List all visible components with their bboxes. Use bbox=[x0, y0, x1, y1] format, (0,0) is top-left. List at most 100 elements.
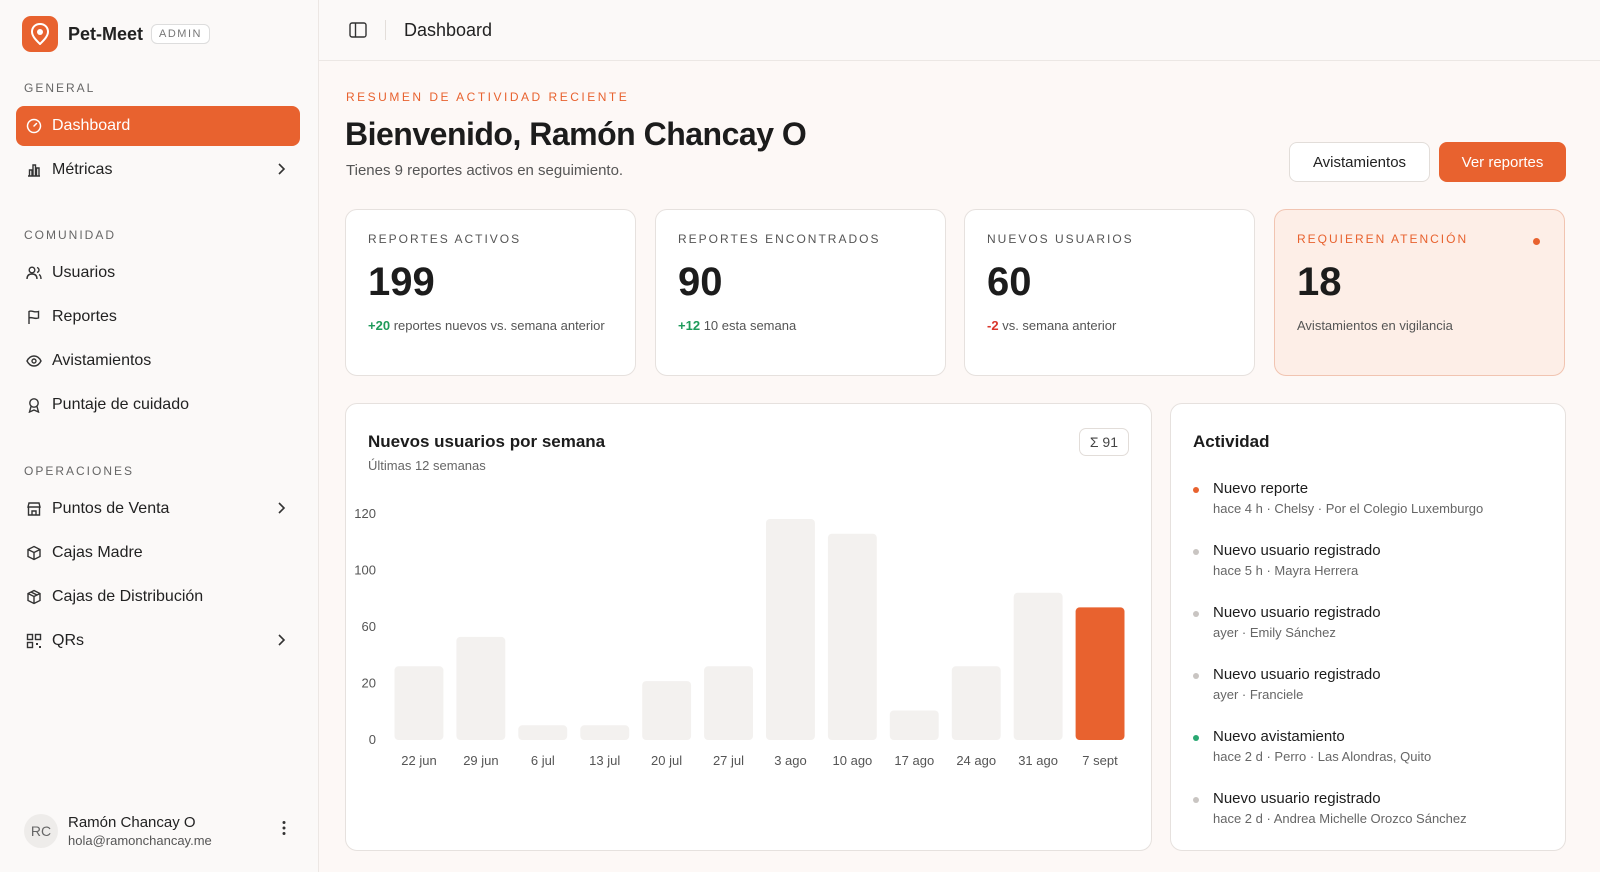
activity-dot-icon bbox=[1193, 797, 1199, 803]
activity-item-title: Nuevo usuario registrado bbox=[1213, 604, 1381, 621]
sidebar-item-reportes[interactable]: Reportes bbox=[16, 297, 300, 337]
bar-7-sept[interactable] bbox=[1075, 607, 1125, 740]
bar-29-jun[interactable] bbox=[456, 636, 506, 740]
section-label-comunidad: COMUNIDAD bbox=[24, 228, 116, 242]
activity-item-meta: ayer · Emily Sánchez bbox=[1213, 625, 1336, 640]
brand[interactable]: Pet-Meet ADMIN bbox=[22, 16, 210, 52]
topbar-divider bbox=[385, 20, 386, 40]
activity-item[interactable]: Nuevo avistamiento hace 2 d · Perro · La… bbox=[1193, 728, 1553, 764]
x-tick-label: 3 ago bbox=[774, 753, 807, 768]
bar-13-jul[interactable] bbox=[580, 725, 630, 740]
avistamientos-button[interactable]: Avistamientos bbox=[1289, 142, 1430, 182]
bar-10-ago[interactable] bbox=[827, 533, 877, 740]
activity-item[interactable]: Nuevo usuario registrado hace 5 h · Mayr… bbox=[1193, 542, 1553, 578]
bar-27-jul[interactable] bbox=[704, 666, 753, 740]
box-icon bbox=[25, 544, 43, 562]
stat-delta: -2 bbox=[987, 318, 999, 333]
activity-title: Actividad bbox=[1193, 432, 1270, 451]
bar-6-jul[interactable] bbox=[518, 725, 568, 740]
stat-note-text: 10 esta semana bbox=[703, 318, 797, 333]
bar-31-ago[interactable] bbox=[1013, 592, 1063, 740]
y-tick-label: 120 bbox=[354, 506, 376, 521]
brand-name: Pet-Meet bbox=[68, 23, 144, 44]
sidebar-item-cajas-distribucion[interactable]: Cajas de Distribución bbox=[16, 577, 300, 617]
sidebar-toggle-icon[interactable] bbox=[347, 19, 369, 41]
stat-card-nuevos-usuarios[interactable]: NUEVOS USUARIOS 60 -2 vs. semana anterio… bbox=[964, 209, 1255, 376]
sidebar-item-metricas[interactable]: Métricas bbox=[16, 150, 300, 190]
bar-20-jul[interactable] bbox=[642, 681, 692, 740]
stat-label: REPORTES ACTIVOS bbox=[368, 232, 522, 246]
stat-note: +20 reportes nuevos vs. semana anterior bbox=[368, 317, 613, 334]
activity-item-meta: hace 2 d · Andrea Michelle Orozco Sánche… bbox=[1213, 811, 1467, 826]
x-tick-label: 10 ago bbox=[833, 753, 873, 768]
sidebar-item-label: Avistamientos bbox=[52, 352, 152, 369]
chevron-right-icon bbox=[276, 501, 286, 520]
activity-item-title: Nuevo usuario registrado bbox=[1213, 790, 1381, 807]
x-tick-label: 17 ago bbox=[894, 753, 934, 768]
stat-value: 60 bbox=[987, 260, 1032, 304]
eye-icon bbox=[25, 352, 43, 370]
stat-delta: +12 bbox=[678, 318, 701, 333]
main-content: Dashboard RESUMEN DE ACTIVIDAD RECIENTE … bbox=[318, 0, 1600, 872]
user-info: Ramón Chancay O hola@ramonchancay.me bbox=[68, 814, 212, 848]
award-icon bbox=[25, 396, 43, 414]
sidebar-item-label: Usuarios bbox=[52, 264, 116, 281]
activity-item[interactable]: Nuevo usuario registrado hace 2 d · Andr… bbox=[1193, 790, 1553, 826]
header-subtitle: Tienes 9 reportes activos en seguimiento… bbox=[346, 162, 624, 179]
activity-item[interactable]: Nuevo reporte hace 4 h · Chelsy · Por el… bbox=[1193, 480, 1553, 516]
bar-17-ago[interactable] bbox=[889, 710, 939, 741]
stat-card-reportes-activos[interactable]: REPORTES ACTIVOS 199 +20 reportes nuevos… bbox=[345, 209, 636, 376]
sidebar-item-puntaje[interactable]: Puntaje de cuidado bbox=[16, 385, 300, 425]
activity-item[interactable]: Nuevo usuario registrado ayer · Franciel… bbox=[1193, 666, 1553, 702]
sidebar-item-avistamientos[interactable]: Avistamientos bbox=[16, 341, 300, 381]
stat-note: -2 vs. semana anterior bbox=[987, 317, 1232, 334]
stat-card-requieren-atencion[interactable]: REQUIEREN ATENCIÓN 18 Avistamientos en v… bbox=[1274, 209, 1565, 376]
x-tick-label: 29 jun bbox=[463, 753, 498, 768]
sum-badge: Σ 91 bbox=[1078, 428, 1129, 456]
stat-note-text: Avistamientos en vigilancia bbox=[1297, 318, 1453, 333]
x-tick-label: 6 jul bbox=[531, 753, 555, 768]
flag-icon bbox=[25, 308, 43, 326]
activity-item-meta: hace 4 h · Chelsy · Por el Colegio Luxem… bbox=[1213, 501, 1484, 516]
stat-label: REPORTES ENCONTRADOS bbox=[678, 232, 881, 246]
sidebar-item-qrs[interactable]: QRs bbox=[16, 621, 300, 661]
user-email: hola@ramonchancay.me bbox=[68, 833, 212, 848]
sidebar-item-cajas-madre[interactable]: Cajas Madre bbox=[16, 533, 300, 573]
bar-24-ago[interactable] bbox=[951, 666, 1001, 740]
activity-item-meta: hace 2 d · Perro · Las Alondras, Quito bbox=[1213, 749, 1432, 764]
ver-reportes-button[interactable]: Ver reportes bbox=[1439, 142, 1566, 182]
sidebar-item-puntos-de-venta[interactable]: Puntos de Venta bbox=[16, 489, 300, 529]
sidebar-item-label: Cajas Madre bbox=[52, 544, 143, 561]
user-profile[interactable]: RC Ramón Chancay O hola@ramonchancay.me bbox=[24, 814, 300, 848]
stat-note-text: reportes nuevos vs. semana anterior bbox=[393, 318, 605, 333]
activity-item-title: Nuevo avistamiento bbox=[1213, 728, 1345, 745]
sidebar-item-label: Métricas bbox=[52, 161, 113, 178]
users-icon bbox=[25, 264, 43, 282]
stat-value: 199 bbox=[368, 260, 435, 304]
stat-value: 90 bbox=[678, 260, 723, 304]
sidebar-item-dashboard[interactable]: Dashboard bbox=[16, 106, 300, 146]
bar-22-jun[interactable] bbox=[394, 666, 444, 740]
activity-item-title: Nuevo reporte bbox=[1213, 480, 1309, 497]
user-name: Ramón Chancay O bbox=[68, 814, 196, 831]
stat-card-reportes-encontrados[interactable]: REPORTES ENCONTRADOS 90 +12 10 esta sema… bbox=[655, 209, 946, 376]
activity-dot-icon bbox=[1193, 673, 1199, 679]
more-options-icon[interactable] bbox=[282, 820, 286, 841]
activity-item-title: Nuevo usuario registrado bbox=[1213, 666, 1381, 683]
activity-dot-icon bbox=[1193, 487, 1199, 493]
sidebar-item-label: Puntos de Venta bbox=[52, 500, 170, 517]
sidebar-item-label: QRs bbox=[52, 632, 84, 649]
y-tick-label: 20 bbox=[362, 676, 376, 691]
y-tick-label: 60 bbox=[362, 619, 376, 634]
bar-3-ago[interactable] bbox=[766, 519, 815, 740]
gauge-icon bbox=[25, 117, 43, 135]
sidebar-item-usuarios[interactable]: Usuarios bbox=[16, 253, 300, 293]
activity-item[interactable]: Nuevo usuario registrado ayer · Emily Sá… bbox=[1193, 604, 1553, 640]
welcome-heading: Bienvenido, Ramón Chancay O bbox=[345, 116, 807, 152]
x-tick-label: 27 jul bbox=[713, 753, 744, 768]
x-tick-label: 24 ago bbox=[956, 753, 996, 768]
chart-card: 0 20 60 100 120 22 jun 29 jun 6 jul 13 jul 20 jul… bbox=[345, 403, 1152, 851]
store-icon bbox=[25, 500, 43, 518]
activity-item-meta: hace 5 h · Mayra Herrera bbox=[1213, 563, 1359, 578]
sidebar-item-label: Reportes bbox=[52, 308, 117, 325]
